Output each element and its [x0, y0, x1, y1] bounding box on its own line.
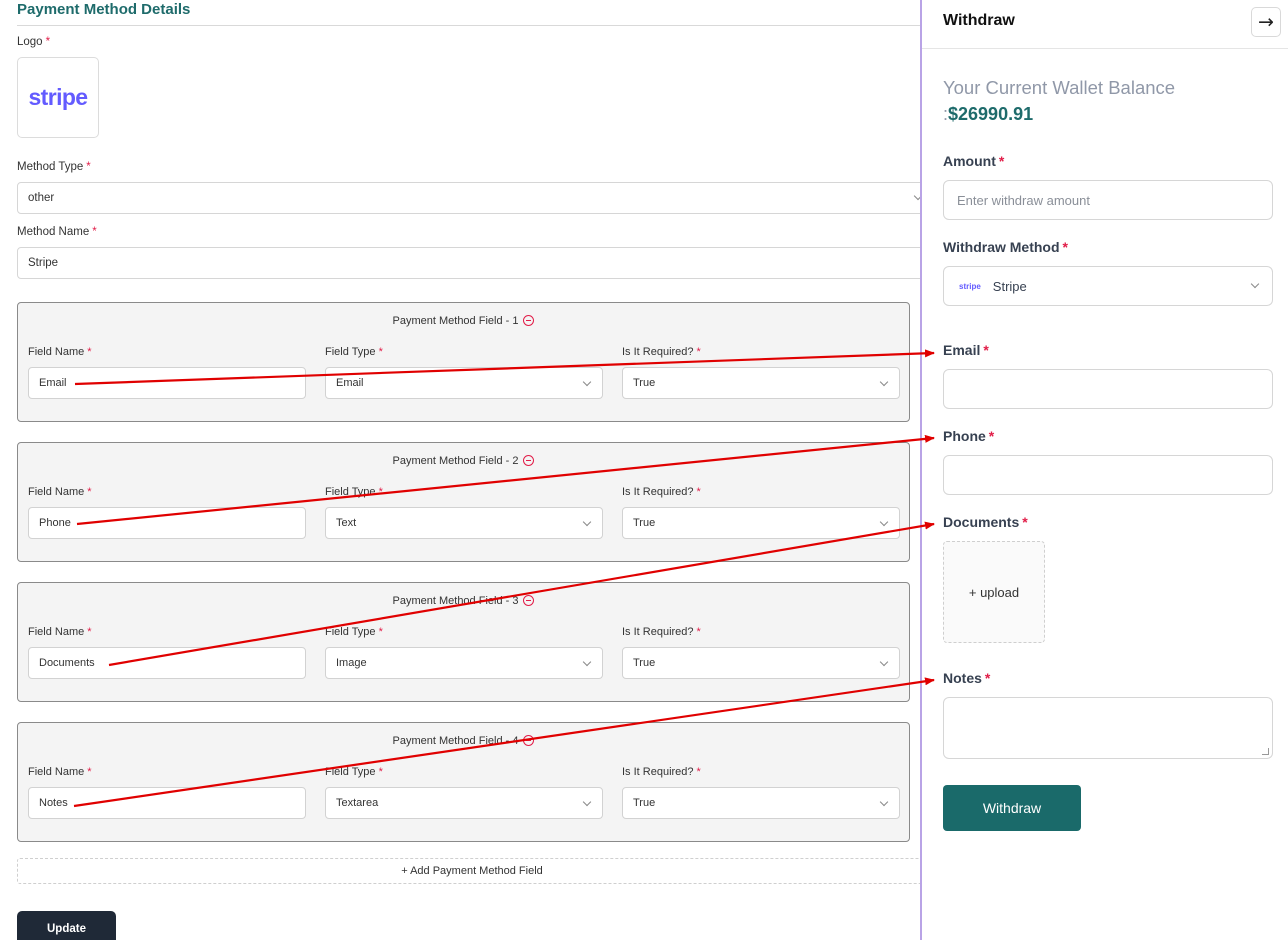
phone-input[interactable] — [943, 455, 1273, 495]
arrow-right-icon: → — [1258, 11, 1274, 33]
withdraw-panel: Withdraw → Your Current Wallet Balance :… — [920, 0, 1288, 940]
field-name-label: Field Name * — [28, 626, 92, 638]
card-title: Payment Method Field - 1 — [18, 315, 909, 327]
field-type-label: Field Type * — [325, 346, 383, 358]
is-required-select[interactable]: True — [622, 787, 900, 819]
documents-label: Documents * — [943, 514, 1028, 530]
stripe-logo: stripe — [28, 84, 88, 110]
field-name-label: Field Name * — [28, 346, 92, 358]
chevron-down-icon — [582, 657, 592, 667]
field-name-input[interactable]: Email — [28, 367, 306, 399]
logo-upload[interactable]: stripe — [17, 57, 99, 138]
update-button[interactable]: Update — [17, 911, 116, 940]
field-name-label: Field Name * — [28, 486, 92, 498]
phone-label: Phone * — [943, 428, 995, 444]
withdraw-method-label: Withdraw Method * — [943, 239, 1068, 255]
balance-value: $26990.91 — [948, 104, 1034, 124]
field-name-input[interactable]: Phone — [28, 507, 306, 539]
page-title: Payment Method Details — [17, 1, 191, 18]
card-title: Payment Method Field - 3 — [18, 595, 909, 607]
chevron-down-icon — [582, 797, 592, 807]
balance-label: Your Current Wallet Balance — [943, 77, 1176, 98]
field-name-input[interactable]: Notes — [28, 787, 306, 819]
payment-method-field-card: Payment Method Field - 1 Field Name * Fie… — [17, 302, 910, 422]
field-type-label: Field Type * — [325, 626, 383, 638]
is-required-select[interactable]: True — [622, 367, 900, 399]
payment-method-field-card: Payment Method Field - 2 Field Name * Fie… — [17, 442, 910, 562]
method-name-label: Method Name * — [17, 226, 97, 238]
method-type-label: Method Type * — [17, 161, 91, 173]
panel-header: Withdraw → — [922, 0, 1288, 49]
field-type-select[interactable]: Image — [325, 647, 603, 679]
field-name-input[interactable]: Documents — [28, 647, 306, 679]
documents-upload[interactable]: + upload — [943, 541, 1045, 643]
field-type-label: Field Type * — [325, 486, 383, 498]
field-type-label: Field Type * — [325, 766, 383, 778]
method-name-input[interactable]: Stripe — [17, 247, 922, 279]
chevron-down-icon — [879, 657, 889, 667]
chevron-down-icon — [1250, 279, 1260, 289]
add-payment-method-field-button[interactable]: + Add Payment Method Field — [17, 858, 922, 884]
chevron-down-icon — [879, 517, 889, 527]
card-title: Payment Method Field - 4 — [18, 735, 909, 747]
chevron-down-icon — [582, 517, 592, 527]
title-divider — [17, 25, 922, 26]
field-type-select[interactable]: Textarea — [325, 787, 603, 819]
balance-amount: :$26990.91 — [943, 104, 1034, 124]
logo-label: Logo * — [17, 36, 51, 48]
is-required-label: Is It Required? * — [622, 766, 701, 778]
card-title: Payment Method Field - 2 — [18, 455, 909, 467]
is-required-label: Is It Required? * — [622, 486, 701, 498]
is-required-label: Is It Required? * — [622, 346, 701, 358]
close-panel-button[interactable]: → — [1251, 7, 1281, 37]
field-type-select[interactable]: Text — [325, 507, 603, 539]
resize-handle-icon[interactable] — [1262, 748, 1269, 755]
chevron-down-icon — [879, 377, 889, 387]
remove-circle-icon[interactable] — [523, 595, 535, 606]
withdraw-method-value: Stripe — [992, 278, 1027, 294]
notes-label: Notes * — [943, 670, 991, 686]
email-label: Email * — [943, 342, 989, 358]
email-input[interactable] — [943, 369, 1273, 409]
payment-method-form: Payment Method Details Logo * stripe Meth… — [0, 0, 922, 940]
payment-method-field-card: Payment Method Field - 3 Field Name * Fie… — [17, 582, 910, 702]
method-type-value: other — [28, 192, 55, 204]
field-type-select[interactable]: Email — [325, 367, 603, 399]
is-required-select[interactable]: True — [622, 647, 900, 679]
amount-input[interactable]: Enter withdraw amount — [943, 180, 1273, 220]
notes-textarea[interactable] — [943, 697, 1273, 759]
method-type-select[interactable]: other — [17, 182, 922, 214]
stripe-logo: stripe — [959, 281, 981, 291]
is-required-label: Is It Required? * — [622, 626, 701, 638]
field-name-label: Field Name * — [28, 766, 92, 778]
chevron-down-icon — [582, 377, 592, 387]
panel-title: Withdraw — [943, 12, 1015, 29]
is-required-select[interactable]: True — [622, 507, 900, 539]
remove-circle-icon[interactable] — [523, 455, 535, 466]
remove-circle-icon[interactable] — [523, 735, 535, 746]
payment-method-field-card: Payment Method Field - 4 Field Name * Fie… — [17, 722, 910, 842]
remove-circle-icon[interactable] — [523, 315, 535, 326]
amount-label: Amount * — [943, 153, 1005, 169]
withdraw-method-select[interactable]: stripe Stripe — [943, 266, 1273, 306]
method-name-value: Stripe — [28, 257, 59, 269]
withdraw-button[interactable]: Withdraw — [943, 785, 1081, 831]
chevron-down-icon — [879, 797, 889, 807]
